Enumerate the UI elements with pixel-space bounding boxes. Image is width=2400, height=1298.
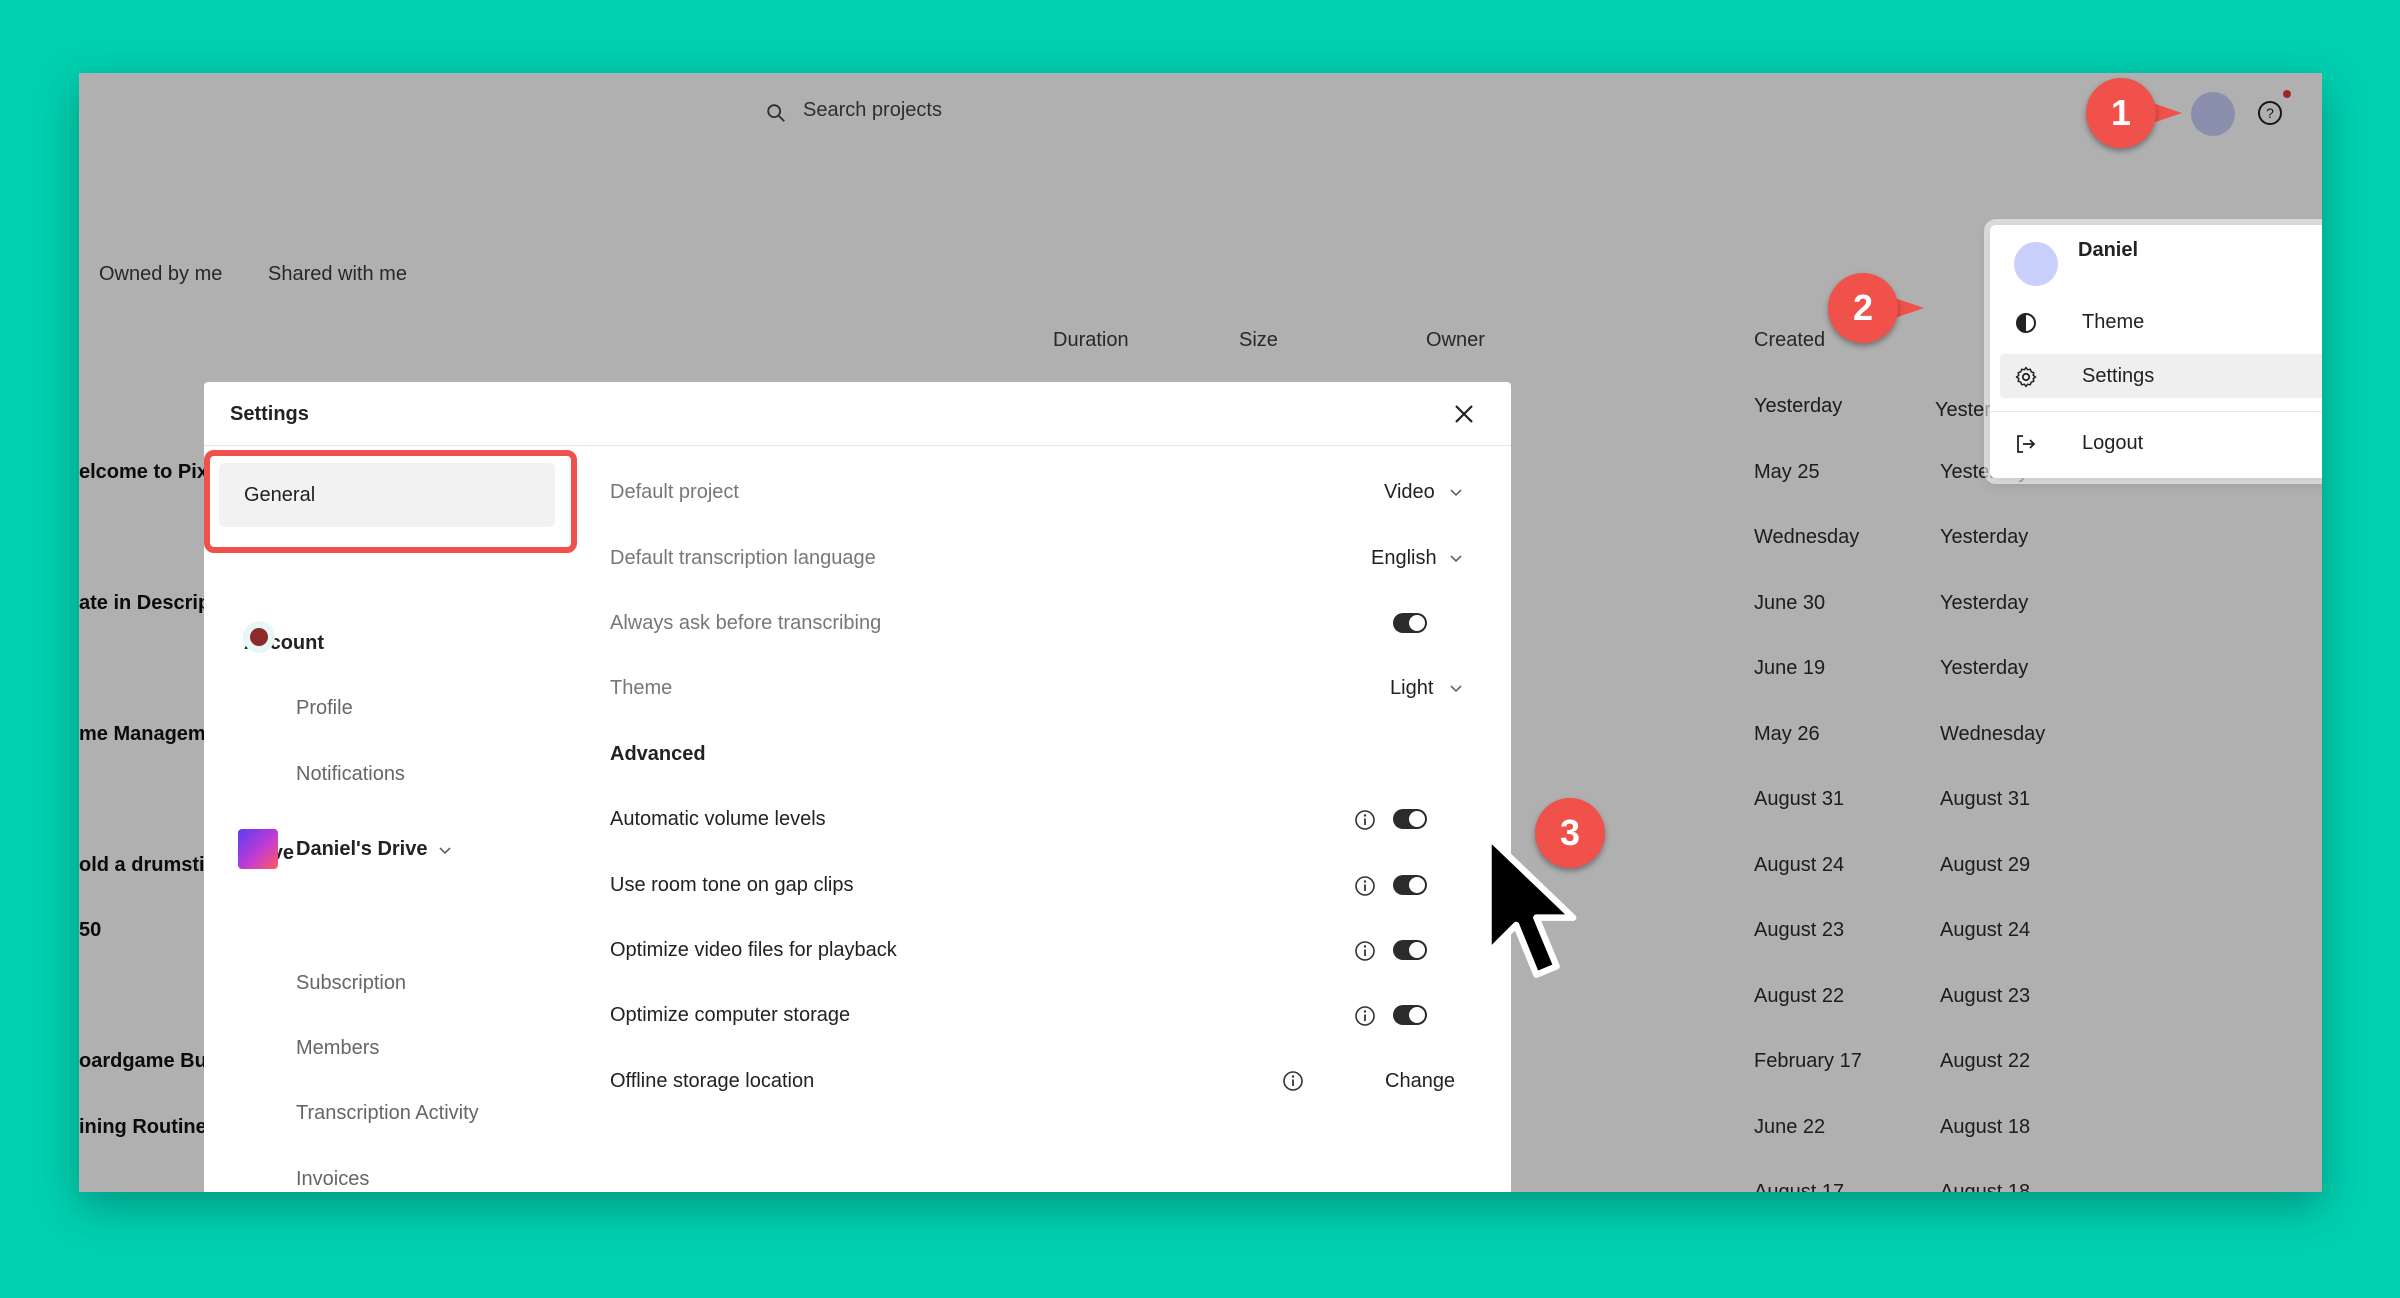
always-ask-toggle[interactable] xyxy=(1393,613,1427,633)
user-name: Daniel xyxy=(2078,239,2139,261)
nav-item-subscription[interactable]: Subscription xyxy=(296,972,406,995)
gear-icon xyxy=(2015,366,2037,388)
theme-select[interactable]: Light xyxy=(1390,677,1433,700)
menu-item-logout[interactable]: Logout xyxy=(2000,421,2322,465)
auto-volume-toggle[interactable] xyxy=(1393,809,1427,829)
chevron-down-icon[interactable] xyxy=(1449,486,1463,500)
nav-item-notifications[interactable]: Notifications xyxy=(296,763,405,786)
default-project-label: Default project xyxy=(610,481,739,503)
nav-item-invoices[interactable]: Invoices xyxy=(296,1168,369,1191)
theme-label: Theme xyxy=(610,677,673,699)
mouse-cursor-icon xyxy=(1485,833,1577,978)
logout-icon xyxy=(2017,435,2036,453)
close-icon[interactable] xyxy=(1452,402,1476,426)
info-icon[interactable] xyxy=(1354,1005,1376,1027)
dialog-title: Settings xyxy=(230,403,309,425)
menu-item-theme-label: Theme xyxy=(2082,311,2145,333)
user-menu: Daniel Theme Settings Logout xyxy=(1990,225,2322,478)
menu-item-settings-label: Settings xyxy=(2082,365,2155,387)
offline-location-label: Offline storage location xyxy=(610,1070,815,1092)
app-window: Search projects ? Owned by me Shared wit… xyxy=(79,73,2322,1192)
info-icon[interactable] xyxy=(1282,1070,1304,1092)
change-location-button[interactable]: Change xyxy=(1385,1070,1455,1093)
dialog-header: Settings xyxy=(204,382,1511,446)
info-icon[interactable] xyxy=(1354,809,1376,831)
contrast-icon xyxy=(2016,313,2036,333)
info-icon[interactable] xyxy=(1354,875,1376,897)
info-icon[interactable] xyxy=(1354,940,1376,962)
default-project-select[interactable]: Video xyxy=(1384,481,1435,504)
nav-item-profile[interactable]: Profile xyxy=(296,697,353,720)
chevron-down-icon[interactable] xyxy=(1449,552,1463,566)
menu-item-theme[interactable]: Theme xyxy=(2000,300,2322,344)
advanced-heading: Advanced xyxy=(610,743,706,765)
callout-badge-2: 2 xyxy=(1828,273,1924,343)
optimize-storage-label: Optimize computer storage xyxy=(610,1004,851,1026)
room-tone-label: Use room tone on gap clips xyxy=(610,874,854,896)
highlight-annotation xyxy=(204,450,577,553)
avatar xyxy=(2014,242,2058,286)
callout-badge-1: 1 xyxy=(2086,78,2182,148)
optimize-video-toggle[interactable] xyxy=(1393,940,1427,960)
menu-item-logout-label: Logout xyxy=(2082,432,2144,454)
profile-avatar xyxy=(243,621,275,653)
menu-divider xyxy=(1990,411,2322,412)
nav-item-transcription-activity[interactable]: Transcription Activity xyxy=(296,1102,479,1125)
menu-item-settings[interactable]: Settings xyxy=(2000,354,2322,398)
room-tone-toggle[interactable] xyxy=(1393,875,1427,895)
auto-volume-label: Automatic volume levels xyxy=(610,808,826,830)
drive-selector[interactable]: Daniel's Drive xyxy=(296,838,427,861)
nav-item-members[interactable]: Members xyxy=(296,1037,379,1060)
settings-dialog: Settings General Account Profile Notific… xyxy=(204,382,1511,1192)
default-language-label: Default transcription language xyxy=(610,547,876,569)
chevron-down-icon[interactable] xyxy=(1449,682,1463,696)
default-language-select[interactable]: English xyxy=(1371,547,1437,570)
optimize-video-label: Optimize video files for playback xyxy=(610,939,897,961)
chevron-down-icon[interactable] xyxy=(438,844,452,858)
drive-logo xyxy=(238,829,278,869)
always-ask-label: Always ask before transcribing xyxy=(610,612,882,634)
callout-number: 1 xyxy=(2086,78,2156,148)
optimize-storage-toggle[interactable] xyxy=(1393,1005,1427,1025)
callout-number: 2 xyxy=(1828,273,1898,343)
